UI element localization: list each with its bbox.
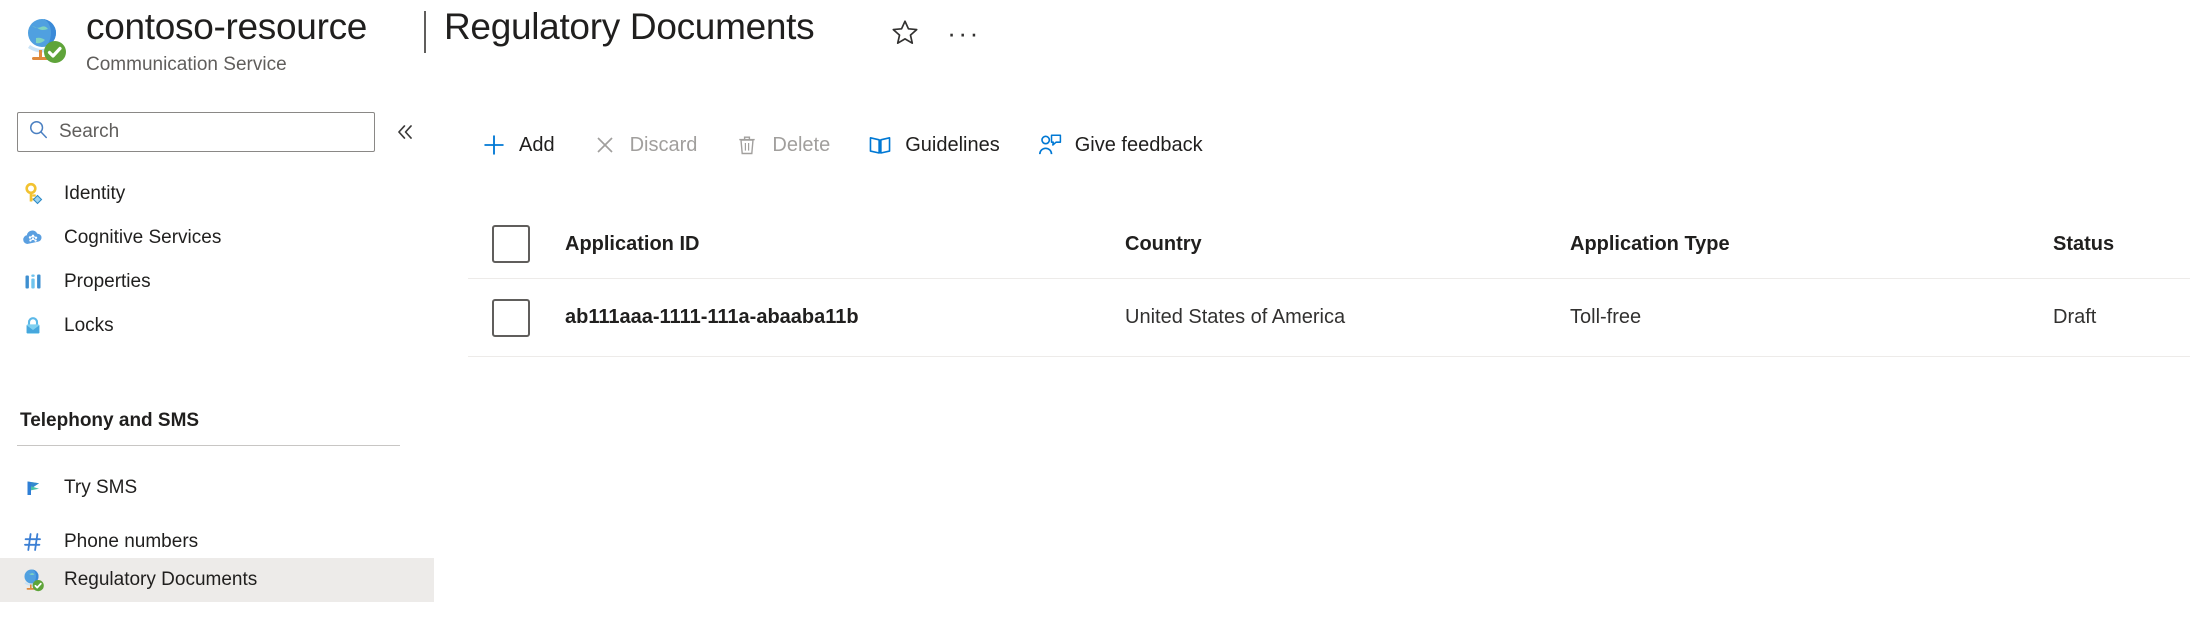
- key-icon: [20, 181, 46, 207]
- sidebar-item-try-sms[interactable]: Try SMS: [0, 466, 434, 510]
- column-header-status[interactable]: Status: [2053, 233, 2114, 256]
- flag-icon: [20, 475, 46, 501]
- add-button[interactable]: Add: [470, 122, 569, 168]
- communication-service-globe-icon: [18, 14, 70, 66]
- column-header-application-id[interactable]: Application ID: [565, 233, 699, 256]
- page-title: Regulatory Documents: [444, 6, 815, 47]
- properties-bars-icon: [20, 269, 46, 295]
- guidelines-button[interactable]: Guidelines: [856, 122, 1014, 168]
- sidebar-item-regulatory-documents[interactable]: Regulatory Documents: [0, 558, 434, 602]
- sidebar-item-label: Cognitive Services: [64, 227, 222, 248]
- search-placeholder: Search: [59, 121, 120, 142]
- more-options-icon[interactable]: ···: [944, 16, 984, 50]
- column-header-application-type[interactable]: Application Type: [1570, 233, 1730, 256]
- cancel-x-icon: [591, 131, 619, 159]
- plus-icon: [480, 131, 508, 159]
- search-input-wrapper[interactable]: Search: [17, 112, 375, 152]
- table-row[interactable]: ab111aaa-1111-111a-abaaba11b United Stat…: [468, 279, 2190, 357]
- sidebar-item-label: Identity: [64, 183, 126, 204]
- search-icon: [28, 119, 49, 145]
- sidebar-item-label: Phone numbers: [64, 531, 199, 552]
- delete-button[interactable]: Delete: [723, 122, 844, 168]
- sidebar: Search Identity Cognitive Services Prope…: [0, 100, 434, 628]
- star-outline-icon[interactable]: [888, 16, 922, 50]
- add-label: Add: [519, 133, 555, 156]
- resource-name: contoso-resource: [86, 6, 368, 47]
- cognitive-services-icon: [20, 225, 46, 251]
- cell-status: Draft: [2053, 306, 2097, 328]
- title-separator: [424, 11, 426, 53]
- select-all-checkbox[interactable]: [492, 225, 530, 263]
- sidebar-item-identity[interactable]: Identity: [0, 172, 434, 216]
- row-checkbox[interactable]: [492, 298, 530, 337]
- give-feedback-label: Give feedback: [1074, 133, 1203, 156]
- double-chevron-left-icon[interactable]: [390, 118, 420, 146]
- cell-country: United States of America: [1125, 306, 1346, 328]
- table-header-row: Application ID Country Application Type …: [468, 210, 2190, 279]
- delete-label: Delete: [772, 133, 831, 156]
- command-bar: Add Discard Delete Guidelines Give feedb…: [470, 118, 1229, 172]
- cell-application-type: Toll-free: [1570, 306, 1642, 328]
- resource-type-subtitle: Communication Service: [86, 54, 287, 75]
- sidebar-item-label: Properties: [64, 271, 151, 292]
- hash-icon: [20, 529, 46, 555]
- regulatory-documents-table: Application ID Country Application Type …: [468, 210, 2190, 357]
- sidebar-item-label: Regulatory Documents: [64, 569, 258, 590]
- discard-label: Discard: [629, 133, 698, 156]
- cell-application-id: ab111aaa-1111-111a-abaaba11b: [565, 306, 859, 328]
- search-input[interactable]: Search: [17, 112, 375, 152]
- blade-header: contoso-resource Communication Service R…: [0, 0, 2190, 100]
- azure-portal-blade: contoso-resource Communication Service R…: [0, 0, 2190, 628]
- book-icon: [866, 131, 894, 159]
- sidebar-item-label: Locks: [64, 315, 114, 336]
- give-feedback-button[interactable]: Give feedback: [1026, 122, 1217, 168]
- discard-button[interactable]: Discard: [581, 122, 712, 168]
- guidelines-label: Guidelines: [905, 133, 1000, 156]
- sidebar-section-divider: [17, 445, 400, 446]
- trash-icon: [733, 131, 761, 159]
- sidebar-section-title: Telephony and SMS: [20, 410, 200, 431]
- lock-icon: [20, 313, 46, 339]
- sidebar-item-cognitive-services[interactable]: Cognitive Services: [0, 216, 434, 260]
- sidebar-item-label: Try SMS: [64, 477, 138, 498]
- feedback-person-icon: [1036, 131, 1064, 159]
- sidebar-item-locks[interactable]: Locks: [0, 304, 434, 348]
- column-header-country[interactable]: Country: [1125, 233, 1202, 256]
- sidebar-item-properties[interactable]: Properties: [0, 260, 434, 304]
- regulatory-globe-icon: [20, 567, 46, 593]
